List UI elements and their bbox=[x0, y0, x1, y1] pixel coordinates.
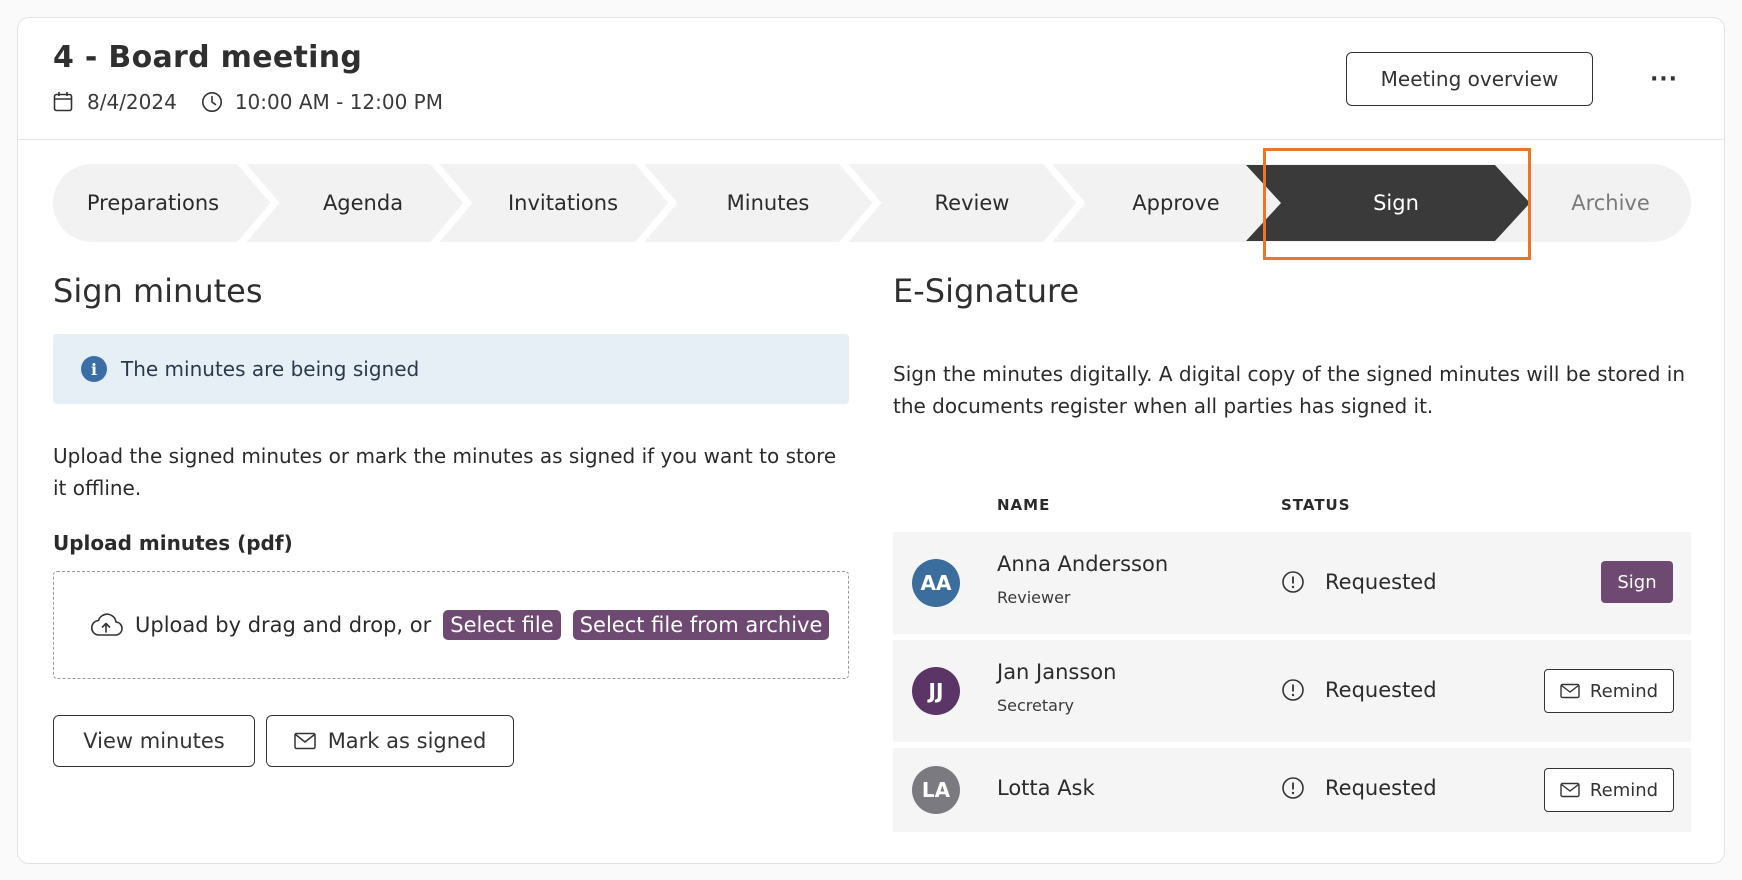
avatar: LA bbox=[912, 766, 960, 814]
step-minutes[interactable]: Minutes bbox=[673, 164, 863, 242]
column-header-status: STATUS bbox=[1281, 496, 1351, 514]
signer-row: AA Anna Andersson Reviewer Requested Sig… bbox=[893, 532, 1691, 634]
page-title: 4 - Board meeting bbox=[53, 40, 363, 75]
signer-status: Requested bbox=[1281, 678, 1437, 702]
info-text: The minutes are being signed bbox=[121, 357, 420, 381]
remind-label: Remind bbox=[1589, 779, 1659, 801]
signer-name: Jan Jansson bbox=[997, 660, 1117, 684]
avatar: JJ bbox=[912, 667, 960, 715]
step-sign[interactable]: Sign bbox=[1281, 164, 1511, 242]
workflow-stepper: Preparations Agenda Invitations Minutes … bbox=[53, 164, 1691, 242]
meeting-header: 4 - Board meeting 8/4/2024 10:00 AM - 12… bbox=[18, 18, 1724, 140]
alert-circle-icon bbox=[1281, 678, 1305, 702]
step-review[interactable]: Review bbox=[877, 164, 1067, 242]
step-invitations[interactable]: Invitations bbox=[468, 164, 658, 242]
signer-row: LA Lotta Ask Requested Remind bbox=[893, 748, 1691, 832]
view-minutes-label: View minutes bbox=[83, 729, 225, 753]
calendar-icon bbox=[53, 91, 75, 113]
sign-button[interactable]: Sign bbox=[1601, 561, 1673, 603]
upload-description: Upload the signed minutes or mark the mi… bbox=[53, 444, 837, 500]
sign-minutes-heading: Sign minutes bbox=[53, 272, 263, 310]
signer-status: Requested bbox=[1281, 570, 1437, 594]
dropzone-text: Upload by drag and drop, or bbox=[135, 613, 432, 637]
envelope-icon bbox=[293, 732, 316, 750]
info-banner: i The minutes are being signed bbox=[53, 334, 849, 404]
view-minutes-button[interactable]: View minutes bbox=[53, 715, 255, 767]
envelope-icon bbox=[1560, 683, 1580, 699]
mark-as-signed-label: Mark as signed bbox=[327, 729, 487, 753]
cloud-upload-icon bbox=[89, 612, 123, 638]
signer-name: Lotta Ask bbox=[997, 776, 1095, 800]
clock-icon bbox=[201, 91, 223, 113]
meeting-meta: 8/4/2024 10:00 AM - 12:00 PM bbox=[53, 90, 443, 114]
info-icon: i bbox=[81, 356, 107, 382]
remind-button[interactable]: Remind bbox=[1544, 768, 1674, 812]
step-preparations[interactable]: Preparations bbox=[53, 164, 253, 242]
more-options-icon[interactable]: ··· bbox=[1636, 64, 1692, 94]
remind-button[interactable]: Remind bbox=[1544, 669, 1674, 713]
status-text: Requested bbox=[1325, 570, 1437, 594]
upload-label: Upload minutes (pdf) bbox=[53, 531, 293, 555]
alert-circle-icon bbox=[1281, 776, 1305, 800]
remind-label: Remind bbox=[1589, 680, 1659, 702]
step-archive[interactable]: Archive bbox=[1530, 164, 1691, 242]
select-file-button[interactable]: Select file bbox=[443, 610, 561, 640]
meeting-date: 8/4/2024 bbox=[87, 90, 177, 114]
meeting-time: 10:00 AM - 12:00 PM bbox=[234, 90, 444, 114]
meeting-card: 4 - Board meeting 8/4/2024 10:00 AM - 12… bbox=[17, 17, 1725, 864]
signer-status: Requested bbox=[1281, 776, 1437, 800]
status-text: Requested bbox=[1325, 776, 1437, 800]
e-signature-description: Sign the minutes digitally. A digital co… bbox=[893, 362, 1686, 418]
e-signature-heading: E-Signature bbox=[893, 272, 1080, 310]
select-from-archive-button[interactable]: Select file from archive bbox=[572, 610, 830, 640]
column-header-name: NAME bbox=[997, 496, 1051, 514]
signer-row: JJ Jan Jansson Secretary Requested Remin… bbox=[893, 640, 1691, 742]
mark-as-signed-button[interactable]: Mark as signed bbox=[266, 715, 514, 767]
signer-role: Secretary bbox=[997, 696, 1074, 715]
envelope-icon bbox=[1560, 782, 1580, 798]
signer-role: Reviewer bbox=[997, 588, 1071, 607]
meeting-overview-button[interactable]: Meeting overview bbox=[1346, 52, 1593, 106]
avatar: AA bbox=[912, 559, 960, 607]
step-agenda[interactable]: Agenda bbox=[273, 164, 453, 242]
signer-name: Anna Andersson bbox=[997, 552, 1169, 576]
status-text: Requested bbox=[1325, 678, 1437, 702]
upload-dropzone[interactable]: Upload by drag and drop, or Select file … bbox=[53, 571, 849, 679]
step-approve[interactable]: Approve bbox=[1081, 164, 1271, 242]
alert-circle-icon bbox=[1281, 570, 1305, 594]
